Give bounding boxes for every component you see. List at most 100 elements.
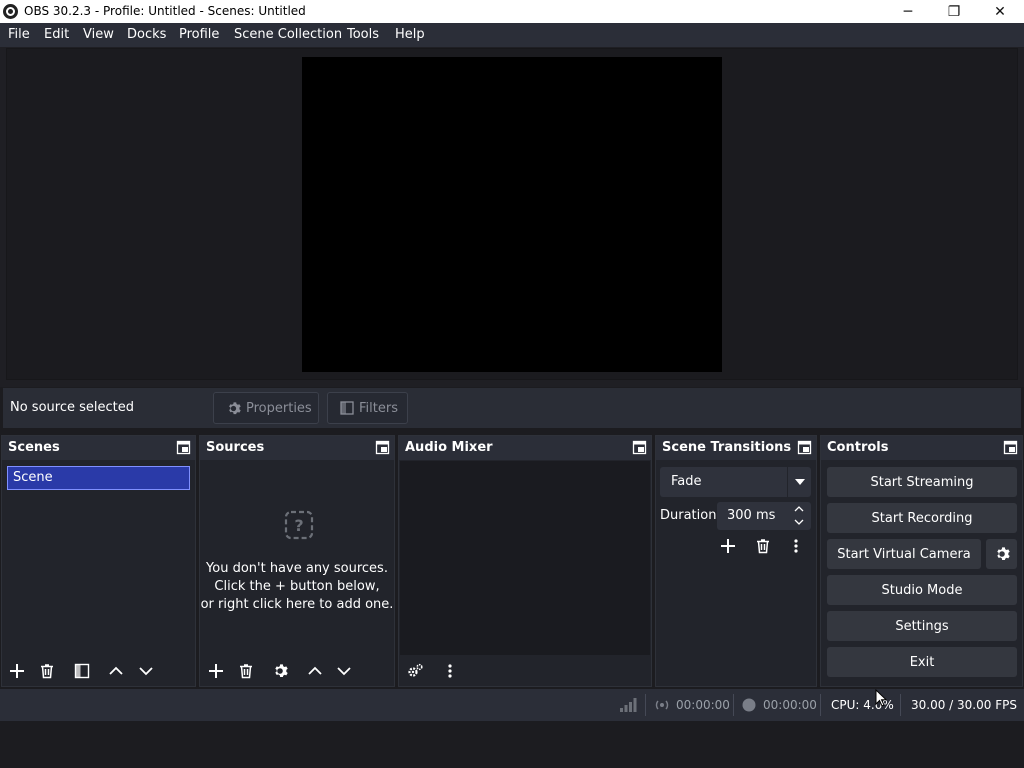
start-streaming-button[interactable]: Start Streaming [827,467,1017,497]
properties-label: Properties [246,400,312,416]
sources-dock-header: Sources [200,436,394,460]
help-question-icon: ? [284,510,314,540]
trash-icon [240,664,252,679]
recording-icon [742,698,756,712]
spin-up-icon[interactable] [794,506,804,512]
more-vertical-icon [794,539,798,553]
filter-icon [340,401,354,415]
spin-down-icon[interactable] [794,519,804,525]
scenes-dock-header: Scenes [2,436,195,460]
source-properties-button[interactable] [268,659,292,683]
caret-down-icon [794,479,805,485]
plus-icon [209,664,223,678]
add-source-button[interactable] [204,659,228,683]
trash-icon [757,539,769,554]
remove-transition-button[interactable] [751,534,775,558]
no-source-label: No source selected [10,400,134,415]
exit-button[interactable]: Exit [827,647,1017,677]
trash-icon [41,664,53,679]
transition-select-value: Fade [671,474,702,489]
duration-spinbox[interactable]: 300 ms [717,502,811,530]
fps-readout: 30.00 / 30.00 FPS [911,698,1017,712]
duration-value: 300 ms [727,508,776,523]
maximize-button[interactable]: ❐ [931,0,977,23]
gear-icon [996,547,1010,560]
start-virtual-camera-button[interactable]: Start Virtual Camera [827,539,981,569]
title-bar: OBS 30.2.3 - Profile: Untitled - Scenes:… [0,0,1024,23]
gear-icon [275,664,288,677]
float-dock-icon[interactable] [797,440,812,455]
scenes-toolbar [2,656,195,686]
virtual-camera-settings-button[interactable] [986,539,1017,569]
mouse-cursor-icon [875,689,887,707]
audio-mixer-dock: Audio Mixer [398,435,652,687]
close-button[interactable]: ✕ [977,0,1023,23]
remove-scene-button[interactable] [35,659,59,683]
filters-button[interactable]: Filters [327,392,408,424]
scene-transitions-dock: Scene Transitions Fade Duration 300 ms [655,435,817,687]
float-dock-icon[interactable] [375,440,390,455]
dropdown-arrow[interactable] [787,467,811,497]
add-transition-button[interactable] [716,534,740,558]
obs-logo-icon [3,4,18,19]
properties-button[interactable]: Properties [213,392,319,424]
audio-mixer-toolbar [399,656,651,686]
remove-source-button[interactable] [234,659,258,683]
sources-title: Sources [206,440,265,455]
record-time: 00:00:00 [763,698,817,712]
window-title: OBS 30.2.3 - Profile: Untitled - Scenes:… [24,4,306,18]
move-source-down-button[interactable] [332,659,356,683]
audio-mixer-menu-button[interactable] [438,659,462,683]
transition-menu-button[interactable] [784,534,808,558]
chevron-down-icon [337,667,351,676]
signal-strength-icon [620,698,637,712]
status-bar: 00:00:00 00:00:00 CPU: 4.0% 30.00 / 30.0… [0,689,1024,721]
float-dock-icon[interactable] [1003,440,1018,455]
start-recording-button[interactable]: Start Recording [827,503,1017,533]
scenes-dock: Scenes Scene [1,435,196,687]
status-separator [900,694,901,716]
duration-label: Duration [660,508,717,523]
scene-filters-button[interactable] [70,659,94,683]
minimize-button[interactable]: ─ [885,0,931,23]
float-dock-icon[interactable] [632,440,647,455]
stream-time: 00:00:00 [676,698,730,712]
more-vertical-icon [448,664,452,678]
menu-profile[interactable]: Profile [179,27,219,42]
menu-bar: File Edit View Docks Profile Scene Colle… [0,23,1024,47]
menu-tools[interactable]: Tools [347,27,379,42]
audio-mixer-body [400,461,650,655]
audio-mixer-dock-header: Audio Mixer [399,436,651,460]
audio-mixer-title: Audio Mixer [405,440,493,455]
studio-mode-button[interactable]: Studio Mode [827,575,1017,605]
menu-edit[interactable]: Edit [44,27,69,42]
menu-docks[interactable]: Docks [127,27,166,42]
float-dock-icon[interactable] [176,440,191,455]
menu-view[interactable]: View [83,27,114,42]
streaming-icon [655,700,669,710]
plus-icon [721,539,735,553]
transition-select[interactable]: Fade [660,467,811,497]
chevron-up-icon [308,666,322,675]
context-bar: No source selected Properties Filters [3,388,1021,428]
menu-scene-collection[interactable]: Scene Collection [234,27,342,42]
sources-dock: Sources ? You don't have any sources. Cl… [199,435,395,687]
add-scene-button[interactable] [5,659,29,683]
scenes-title: Scenes [8,440,60,455]
controls-dock: Controls Start Streaming Start Recording… [820,435,1023,687]
gears-icon [408,663,423,677]
move-scene-down-button[interactable] [134,659,158,683]
status-separator [820,694,821,716]
spin-arrows[interactable] [787,502,811,530]
preview-canvas[interactable] [302,57,722,372]
scene-list-item[interactable]: Scene [7,466,190,490]
advanced-audio-properties-button[interactable] [403,659,427,683]
status-separator [733,694,734,716]
settings-button[interactable]: Settings [827,611,1017,641]
menu-help[interactable]: Help [395,27,425,42]
move-scene-up-button[interactable] [104,659,128,683]
plus-icon [10,664,24,678]
move-source-up-button[interactable] [303,659,327,683]
menu-file[interactable]: File [8,27,30,42]
controls-dock-header: Controls [821,436,1022,460]
